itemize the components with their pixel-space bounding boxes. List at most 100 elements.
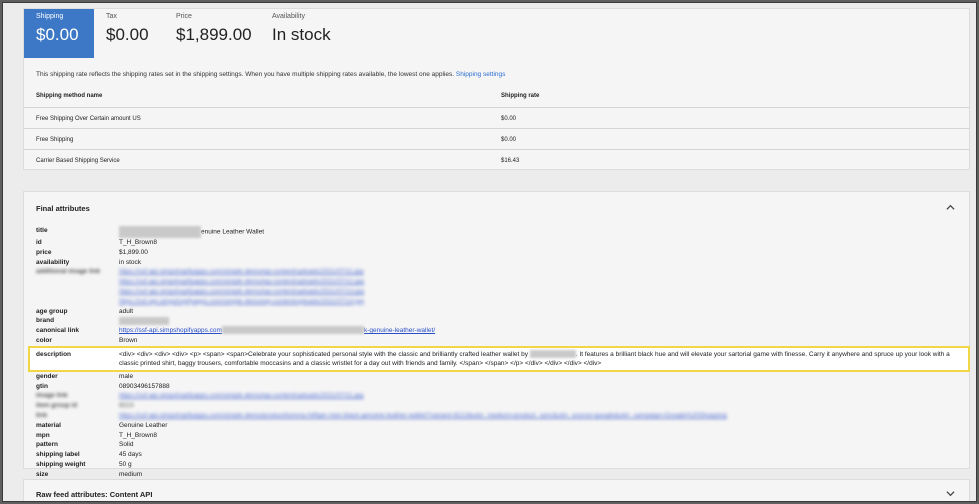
attr-key: link bbox=[36, 411, 48, 419]
table-row: Carrier Based Shipping Service $16.43 bbox=[24, 149, 969, 170]
shipping-method-name: Free Shipping Over Certain amount US bbox=[36, 116, 141, 122]
metric-value: $1,899.00 bbox=[176, 25, 252, 44]
attr-value: adult bbox=[119, 307, 134, 315]
attr-value: male bbox=[119, 372, 134, 380]
attr-key: color bbox=[36, 336, 52, 344]
canonical-link[interactable]: https://ssf-api.simpshopifyapps.com k-gen… bbox=[119, 326, 435, 335]
attribute-list: title enuine Leather Wallet id T_H_Brown… bbox=[28, 226, 970, 480]
attr-gtin: gtin 08903496157888 bbox=[36, 382, 966, 392]
metric-availability[interactable]: Availability In stock bbox=[260, 9, 360, 58]
metric-label: Price bbox=[176, 13, 192, 20]
shipping-settings-link[interactable]: Shipping settings bbox=[456, 71, 506, 78]
attr-value: Solid bbox=[119, 441, 134, 449]
attr-key: brand bbox=[36, 317, 55, 325]
attr-value: in stock bbox=[119, 258, 142, 266]
image-link[interactable]: https://ssf-api.simpshopifyapps.com/simp… bbox=[119, 392, 363, 399]
image-link[interactable]: https://ssf-api.simpshopifyapps.com/simp… bbox=[119, 268, 363, 275]
metric-value: In stock bbox=[272, 25, 331, 44]
chevron-down-icon[interactable] bbox=[946, 489, 955, 498]
shipping-rate: $16.43 bbox=[501, 158, 520, 164]
attr-key: price bbox=[36, 248, 52, 256]
attr-value: T_H_Brown8 bbox=[119, 239, 157, 246]
attr-key: additional image link bbox=[36, 268, 101, 276]
attr-key: availability bbox=[36, 258, 70, 266]
shipping-rate: $0.00 bbox=[501, 137, 517, 143]
metric-value: $0.00 bbox=[106, 25, 149, 44]
image-link[interactable]: https://ssf-api.simpshopifyapps.com/simp… bbox=[119, 298, 364, 305]
column-header: Shipping method name bbox=[36, 93, 103, 99]
chevron-up-icon[interactable] bbox=[946, 203, 955, 212]
shipping-method-name: Carrier Based Shipping Service bbox=[36, 158, 120, 164]
attr-link: link https://ssf-api.simpshopifyapps.com… bbox=[36, 411, 966, 421]
attr-canonical-link: canonical link https://ssf-api.simpshopi… bbox=[36, 326, 966, 336]
shipping-table: Shipping method name Shipping rate Free … bbox=[24, 85, 969, 170]
final-attributes-card: Final attributes title enuine Leather Wa… bbox=[23, 191, 970, 478]
attr-key: item group id bbox=[36, 402, 78, 410]
attr-value: 45 days bbox=[119, 451, 142, 459]
attr-key: description bbox=[36, 350, 72, 358]
table-row: Free Shipping Over Certain amount US $0.… bbox=[24, 107, 969, 128]
attr-key: gender bbox=[36, 372, 58, 380]
table-row: Free Shipping $0.00 bbox=[24, 128, 969, 149]
attr-price: price $1,899.00 bbox=[36, 248, 966, 258]
column-header: Shipping rate bbox=[501, 93, 540, 99]
redacted-block bbox=[119, 226, 201, 238]
shipping-note: This shipping rate reflects the shipping… bbox=[36, 71, 505, 78]
card-title: Raw feed attributes: Content API bbox=[36, 490, 153, 499]
attr-mpn: mpn T_H_Brown8 bbox=[36, 431, 966, 441]
attr-value: 50 g bbox=[119, 460, 132, 468]
attr-image-link: image link https://ssf-api.simpshopifyap… bbox=[36, 391, 966, 401]
attr-title: title enuine Leather Wallet bbox=[36, 226, 966, 238]
attr-value: T_H_Brown8 bbox=[119, 431, 157, 439]
product-link[interactable]: https://ssf-api.simpshopifyapps.com/simp… bbox=[119, 412, 727, 419]
attr-age-group: age group adult bbox=[36, 307, 966, 317]
attr-availability: availability in stock bbox=[36, 258, 966, 268]
attr-key: canonical link bbox=[36, 327, 79, 335]
attr-item-group-id: item group id 8213 bbox=[36, 401, 966, 411]
attr-value: Genuine Leather bbox=[119, 421, 168, 429]
shipping-summary-card: Shipping $0.00 Tax $0.00 Price $1,899.00… bbox=[23, 8, 970, 170]
attr-value: 8213 bbox=[119, 402, 134, 410]
price-metrics: Shipping $0.00 Tax $0.00 Price $1,899.00… bbox=[24, 9, 424, 60]
image-link[interactable]: https://ssf-api.simpshopifyapps.com/simp… bbox=[119, 278, 364, 285]
attr-shipping-label: shipping label 45 days bbox=[36, 450, 966, 460]
metric-price[interactable]: Price $1,899.00 bbox=[164, 9, 260, 58]
card-title: Final attributes bbox=[36, 204, 90, 213]
attr-material: material Genuine Leather bbox=[36, 421, 966, 431]
metric-label: Tax bbox=[106, 13, 117, 20]
shipping-rate: $0.00 bbox=[501, 116, 517, 122]
attr-brand: brand bbox=[36, 316, 966, 326]
metric-tax[interactable]: Tax $0.00 bbox=[94, 9, 164, 58]
metric-label: Shipping bbox=[36, 13, 64, 20]
metric-label: Availability bbox=[272, 13, 305, 20]
table-header: Shipping method name Shipping rate bbox=[24, 85, 969, 107]
attr-key: shipping label bbox=[36, 451, 80, 459]
attr-value: <div> <div> <div> <div> <p> <span> <span… bbox=[119, 350, 950, 367]
metric-shipping[interactable]: Shipping $0.00 bbox=[24, 9, 94, 58]
attr-gender: gender male bbox=[36, 372, 966, 382]
attr-description-highlighted: description <div> <div> <div> <div> <p> … bbox=[28, 345, 970, 372]
attr-key: image link bbox=[36, 392, 68, 400]
raw-feed-card[interactable]: Raw feed attributes: Content API bbox=[23, 479, 970, 501]
attr-id: id T_H_Brown8 bbox=[36, 238, 966, 248]
image-link[interactable]: https://ssf-api.simpshopifyapps.com/simp… bbox=[119, 288, 364, 295]
attr-value: Brown bbox=[119, 336, 138, 344]
attr-pattern: pattern Solid bbox=[36, 440, 966, 450]
attr-key: shipping weight bbox=[36, 460, 86, 468]
attr-key: id bbox=[36, 239, 42, 246]
attr-key: age group bbox=[36, 307, 68, 315]
attr-key: title bbox=[36, 227, 48, 234]
redacted-block bbox=[119, 316, 169, 325]
shipping-note-text: This shipping rate reflects the shipping… bbox=[36, 71, 455, 78]
attr-color: color Brown bbox=[36, 336, 966, 346]
app-window: Shipping $0.00 Tax $0.00 Price $1,899.00… bbox=[2, 2, 977, 502]
attr-key: gtin bbox=[36, 382, 48, 390]
attr-value: enuine Leather Wallet bbox=[201, 228, 264, 236]
attr-shipping-weight: shipping weight 50 g bbox=[36, 460, 966, 470]
attr-key: material bbox=[36, 421, 61, 429]
attr-key: pattern bbox=[36, 441, 59, 449]
attr-additional-image-link: additional image link https://ssf-api.si… bbox=[36, 267, 966, 306]
attr-value: $1,899.00 bbox=[119, 248, 148, 256]
attr-key: mpn bbox=[36, 431, 50, 439]
attr-value: 08903496157888 bbox=[119, 382, 170, 390]
